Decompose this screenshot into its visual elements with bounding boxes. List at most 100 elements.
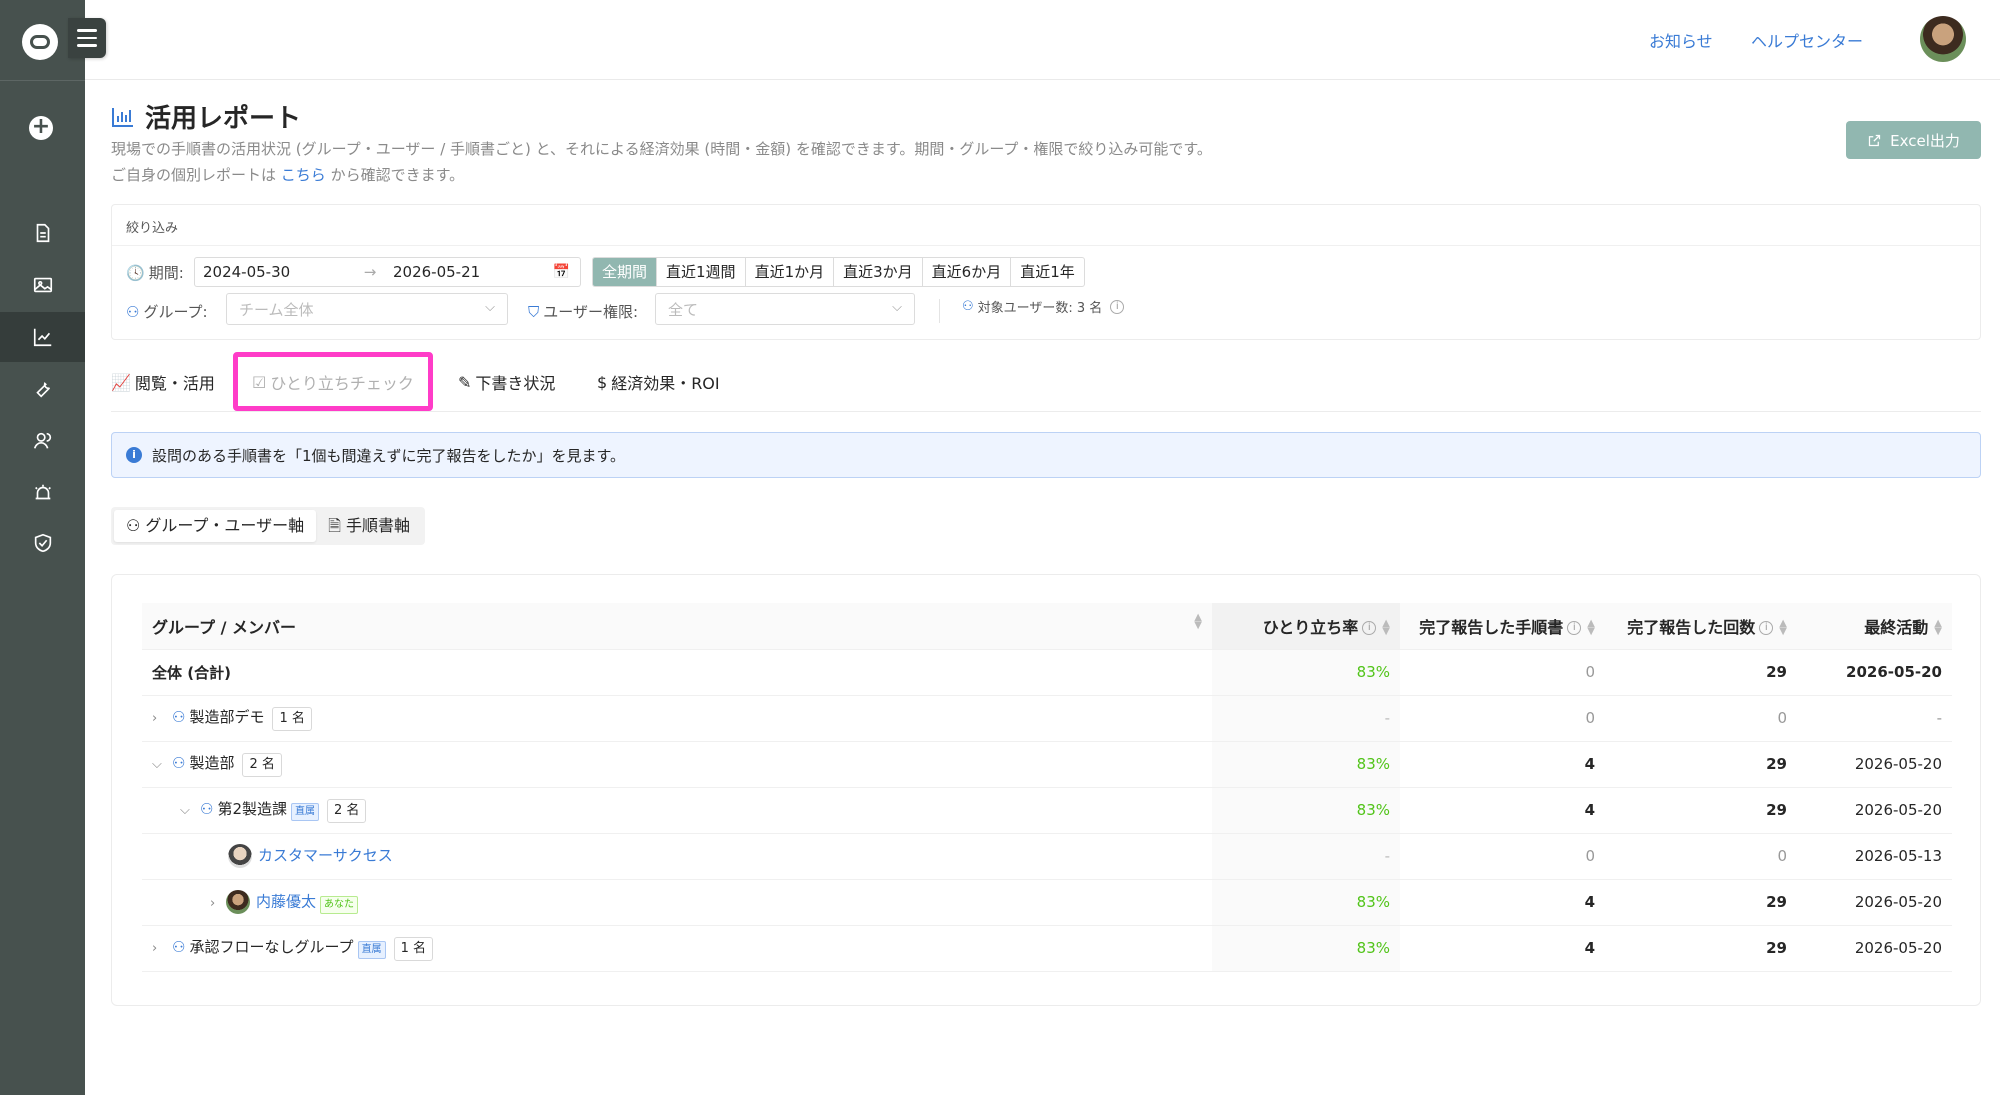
row-count: 29	[1605, 649, 1797, 696]
axis-procedure[interactable]: 🗎 手順書軸	[316, 510, 422, 542]
group-label-text: グループ:	[143, 303, 208, 321]
table-row[interactable]: ⌵ ⚇ 製造部 2 名 83% 4 29 2026-05-20	[142, 741, 1952, 788]
document-icon: 🗎	[328, 516, 341, 535]
row-name-cell: › ⚇ 承認フローなしグループ 直属 1 名	[142, 925, 1212, 972]
header-last-activity[interactable]: 最終活動 ▲ ▼	[1797, 603, 1952, 650]
clock-icon: 🕓	[126, 263, 145, 282]
arrow-right-icon: →	[363, 263, 377, 281]
chevron-right-icon[interactable]: ›	[210, 896, 226, 911]
chevron-right-icon[interactable]: ›	[152, 941, 168, 956]
shield-check-icon[interactable]	[0, 518, 85, 568]
tab-view-usage-label: 閲覧・活用	[134, 374, 215, 393]
table-row[interactable]: › ⚇ 製造部デモ 1 名 - 0 0 -	[142, 695, 1952, 742]
users-icon[interactable]	[0, 416, 85, 466]
member-link[interactable]: カスタマーサクセス	[258, 847, 393, 865]
help-center-link[interactable]: ヘルプセンター	[1751, 28, 1863, 52]
row-name-cell: › 内藤優太 あなた	[142, 879, 1212, 926]
row-rate: 83%	[1212, 925, 1400, 972]
sort-icon[interactable]: ▲ ▼	[1194, 612, 1202, 630]
row-docs: 4	[1400, 879, 1605, 926]
header-group-member[interactable]: グループ / メンバー ▲ ▼	[142, 603, 1212, 650]
range-1week[interactable]: 直近1週間	[656, 258, 745, 286]
sidebar: +	[0, 0, 85, 1095]
member-count-tag: 1 名	[393, 936, 433, 961]
group-icon: ⚇	[200, 799, 214, 818]
axis-group-user[interactable]: ⚇ グループ・ユーザー軸	[114, 510, 317, 542]
news-link[interactable]: お知らせ	[1649, 28, 1713, 52]
image-icon[interactable]	[0, 260, 85, 310]
range-1month[interactable]: 直近1か月	[744, 258, 834, 286]
info-icon[interactable]: i	[1567, 621, 1582, 636]
app-logo[interactable]	[22, 24, 58, 60]
chevron-down-icon: ⌵	[892, 300, 902, 315]
member-link[interactable]: 内藤優太	[256, 893, 316, 911]
range-all[interactable]: 全期間	[593, 258, 657, 286]
header-group-member-label: グループ / メンバー	[152, 617, 297, 637]
dollar-icon: $	[597, 372, 608, 392]
alarm-icon[interactable]	[0, 468, 85, 518]
sort-icon[interactable]: ▲ ▼	[1382, 619, 1390, 637]
table-row[interactable]: カスタマーサクセス - 0 0 2026-05-13	[142, 833, 1952, 880]
chevron-right-icon[interactable]: ›	[152, 711, 168, 726]
header-independence-rate[interactable]: ひとり立ち率 i ▲ ▼	[1212, 603, 1400, 650]
range-1year[interactable]: 直近1年	[1010, 258, 1084, 286]
row-count: 29	[1605, 741, 1797, 788]
group-icon: ⚇	[126, 516, 141, 535]
row-name: 第2製造課	[217, 799, 287, 818]
wrench-icon[interactable]	[0, 364, 85, 414]
date-to[interactable]: 2026-05-21	[385, 263, 545, 281]
info-icon[interactable]: i	[1759, 621, 1774, 636]
sort-icon[interactable]: ▲ ▼	[1934, 619, 1942, 637]
bar-chart-icon	[112, 107, 133, 127]
group-select[interactable]: チーム全体 ⌵	[226, 293, 508, 325]
sort-icon[interactable]: ▲ ▼	[1587, 619, 1595, 637]
tab-view-usage[interactable]: 📈 閲覧・活用	[111, 370, 215, 394]
excel-export-label: Excel出力	[1890, 131, 1960, 150]
role-select[interactable]: 全て ⌵	[655, 293, 915, 325]
role-label-text: ユーザー権限:	[543, 303, 639, 321]
range-6months[interactable]: 直近6か月	[921, 258, 1011, 286]
header-completed-docs-label: 完了報告した手順書	[1419, 617, 1564, 637]
header-completed-count[interactable]: 完了報告した回数 i ▲ ▼	[1605, 603, 1797, 650]
period-label: 🕓 期間:	[126, 262, 184, 283]
personal-report-link[interactable]: こちら	[281, 166, 326, 184]
row-rate: -	[1212, 833, 1400, 880]
date-range-picker[interactable]: 2024-05-30 → 2026-05-21 📅	[194, 257, 581, 287]
menu-toggle-icon[interactable]	[68, 18, 106, 58]
row-name-cell: › ⚇ 製造部デモ 1 名	[142, 695, 1212, 742]
user-avatar[interactable]	[1920, 16, 1966, 62]
info-icon[interactable]: i	[1110, 299, 1125, 314]
row-docs: 0	[1400, 833, 1605, 880]
page-title-text: 活用レポート	[145, 104, 302, 134]
user-icon: ⚇	[962, 299, 974, 314]
row-name-cell: ⌵ ⚇ 第2製造課 直属 2 名	[142, 787, 1212, 834]
report-chart-icon[interactable]	[0, 312, 85, 362]
add-icon[interactable]: +	[29, 116, 53, 140]
chevron-down-icon[interactable]: ⌵	[180, 803, 196, 818]
target-user-count: ⚇ 対象ユーザー数: 3 名 i	[962, 297, 1125, 316]
info-icon[interactable]: i	[1362, 621, 1377, 636]
table-row[interactable]: › 内藤優太 あなた 83% 4 29 2026-05-20	[142, 879, 1952, 926]
user-count-text: 対象ユーザー数: 3 名	[977, 301, 1103, 316]
chevron-down-icon[interactable]: ⌵	[152, 757, 168, 772]
avatar	[228, 844, 252, 868]
group-icon: ⚇	[172, 753, 186, 772]
tab-economic-roi[interactable]: $ 経済効果・ROI	[597, 370, 720, 394]
range-3months[interactable]: 直近3か月	[833, 258, 922, 286]
tab-economic-roi-label: 経済効果・ROI	[611, 374, 720, 393]
tab-draft-status[interactable]: ✎ 下書き状況	[458, 370, 555, 394]
excel-export-button[interactable]: Excel出力	[1846, 121, 1981, 159]
row-last: 2026-05-20	[1797, 787, 1952, 834]
topbar: お知らせ ヘルプセンター	[85, 0, 2000, 80]
sort-icon[interactable]: ▲ ▼	[1779, 619, 1787, 637]
document-icon[interactable]	[0, 208, 85, 258]
role-label: ⛉ ユーザー権限:	[528, 301, 638, 322]
table-row[interactable]: ⌵ ⚇ 第2製造課 直属 2 名 83% 4 29 2026-05-20	[142, 787, 1952, 834]
period-label-text: 期間:	[148, 264, 184, 282]
info-text: 設問のある手順書を「1個も間違えずに完了報告をしたか」を見ます。	[152, 446, 626, 465]
row-count: 29	[1605, 925, 1797, 972]
header-completed-docs[interactable]: 完了報告した手順書 i ▲ ▼	[1400, 603, 1605, 650]
table-row[interactable]: › ⚇ 承認フローなしグループ 直属 1 名 83% 4 29 2026-05-20	[142, 925, 1952, 972]
date-from[interactable]: 2024-05-30	[195, 263, 355, 281]
row-name-cell: カスタマーサクセス	[142, 833, 1212, 880]
